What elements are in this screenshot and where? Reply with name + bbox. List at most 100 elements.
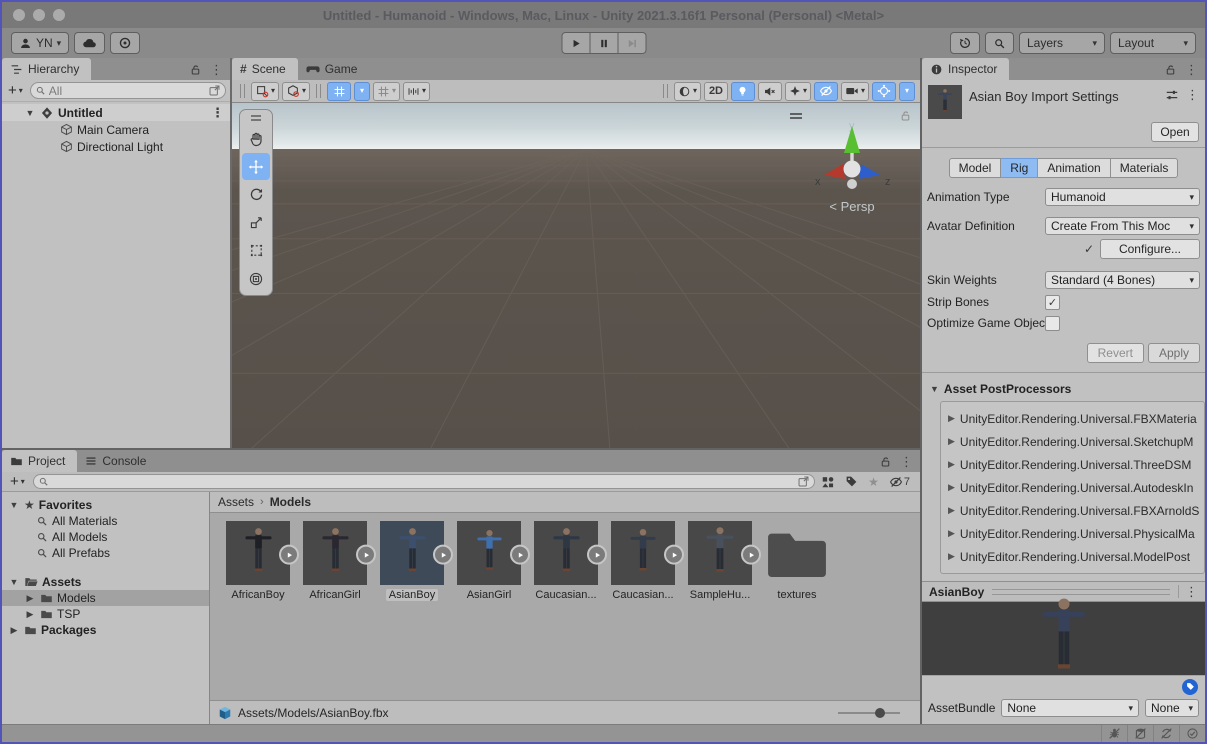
pause-button[interactable] bbox=[590, 32, 618, 54]
layout-dropdown[interactable]: Layout ▾ bbox=[1110, 32, 1196, 54]
folder-tsp[interactable]: ▶ TSP bbox=[2, 606, 209, 622]
favorite-all-models[interactable]: All Models bbox=[2, 529, 209, 545]
auto-refresh-status-button[interactable] bbox=[1153, 725, 1179, 742]
asset-item[interactable]: Caucasian... bbox=[611, 521, 684, 601]
filter-by-label-icon[interactable] bbox=[845, 475, 858, 488]
postprocessor-item[interactable]: ▶ UnityEditor.Rendering.Universal.FBXArno… bbox=[948, 499, 1204, 522]
asset-bundle-dropdown[interactable]: None ▾ bbox=[1001, 699, 1139, 717]
tab-scene[interactable]: # Scene bbox=[232, 58, 298, 80]
asset-item[interactable]: AfricanGirl bbox=[303, 521, 376, 601]
expand-model-badge[interactable] bbox=[279, 544, 299, 565]
postprocessor-item[interactable]: ▶ UnityEditor.Rendering.Universal.Sketchu… bbox=[948, 430, 1204, 453]
project-search-field[interactable] bbox=[32, 474, 816, 489]
view-hand-tool[interactable] bbox=[242, 125, 270, 152]
tab-rig[interactable]: Rig bbox=[1001, 158, 1039, 178]
assets-root[interactable]: ▼ Assets bbox=[2, 574, 209, 590]
minimize-window-button[interactable] bbox=[33, 9, 45, 21]
tool-handle-rotation-button[interactable]: ▾ bbox=[282, 81, 311, 101]
debugger-status-button[interactable] bbox=[1101, 725, 1127, 742]
expand-model-badge[interactable] bbox=[433, 544, 453, 565]
activity-status-button[interactable] bbox=[1179, 725, 1205, 742]
grid-options-dropdown[interactable]: ▾ bbox=[354, 81, 371, 101]
project-search-input[interactable] bbox=[51, 474, 795, 489]
presets-icon[interactable] bbox=[1165, 88, 1179, 102]
asset-labels-button[interactable] bbox=[1182, 678, 1198, 695]
postprocessor-item[interactable]: ▶ UnityEditor.Rendering.Universal.FBXMate… bbox=[948, 407, 1204, 430]
scene-visibility-toggle[interactable] bbox=[813, 81, 838, 101]
asset-item-selected[interactable]: AsianBoy bbox=[380, 521, 453, 601]
orientation-gizmo[interactable]: y x z bbox=[806, 113, 898, 205]
panel-menu-icon[interactable]: ⋮ bbox=[900, 455, 913, 468]
asset-item[interactable]: AsianGirl bbox=[457, 521, 530, 601]
hierarchy-search-field[interactable] bbox=[29, 82, 226, 99]
animation-type-dropdown[interactable]: Humanoid ▾ bbox=[1045, 188, 1200, 206]
model-preview-viewport[interactable] bbox=[922, 602, 1205, 675]
skin-weights-dropdown[interactable]: Standard (4 Bones) ▾ bbox=[1045, 271, 1200, 289]
step-button[interactable] bbox=[618, 32, 646, 54]
tab-model[interactable]: Model bbox=[948, 158, 1002, 178]
asset-bundle-variant-dropdown[interactable]: None ▾ bbox=[1145, 699, 1199, 717]
postprocessor-item[interactable]: ▶ UnityEditor.Rendering.Universal.ModelPo… bbox=[948, 545, 1204, 568]
hidden-packages-toggle[interactable]: 7 bbox=[889, 475, 910, 489]
folder-models[interactable]: ▶ Models bbox=[2, 590, 209, 606]
overlay-drag-handle[interactable] bbox=[248, 111, 264, 124]
apply-button[interactable]: Apply bbox=[1147, 343, 1200, 363]
expand-model-badge[interactable] bbox=[510, 544, 530, 565]
scene-viewport[interactable]: y x z < Persp bbox=[232, 103, 920, 448]
cloud-services-button[interactable] bbox=[74, 32, 106, 54]
panel-menu-icon[interactable]: ⋮ bbox=[1185, 63, 1198, 76]
tab-game[interactable]: Game bbox=[298, 58, 370, 80]
account-dropdown[interactable]: YN ▾ bbox=[11, 32, 70, 54]
tab-hierarchy[interactable]: Hierarchy bbox=[2, 58, 92, 80]
grid-snapping-toggle[interactable]: ▾ bbox=[373, 81, 401, 101]
open-search-window-icon[interactable] bbox=[797, 475, 810, 488]
scene-row[interactable]: ▼ Untitled ⋮ bbox=[2, 104, 230, 121]
configure-button[interactable]: Configure... bbox=[1100, 239, 1200, 259]
tab-animation[interactable]: Animation bbox=[1038, 158, 1111, 178]
optimize-game-objects-checkbox[interactable] bbox=[1045, 315, 1060, 331]
foldout-open-icon[interactable]: ▼ bbox=[8, 500, 20, 510]
expand-model-badge[interactable] bbox=[356, 544, 376, 565]
gizmos-dropdown[interactable]: ▾ bbox=[899, 81, 915, 101]
packages-root[interactable]: ▶ Packages bbox=[2, 622, 209, 638]
foldout-closed-icon[interactable]: ▶ bbox=[24, 609, 36, 620]
expand-model-badge[interactable] bbox=[664, 544, 684, 565]
expand-model-badge[interactable] bbox=[741, 544, 761, 565]
lock-icon[interactable] bbox=[899, 109, 912, 122]
favorites-root[interactable]: ▼ ★ Favorites bbox=[2, 497, 209, 513]
create-asset-button[interactable]: + ▾ bbox=[8, 473, 27, 490]
foldout-open-icon[interactable]: ▼ bbox=[24, 108, 36, 118]
scene-menu-icon[interactable]: ⋮ bbox=[211, 106, 230, 119]
header-menu-icon[interactable]: ⋮ bbox=[1186, 88, 1199, 101]
thumbnail-size-slider[interactable] bbox=[838, 707, 900, 719]
breadcrumb-current[interactable]: Models bbox=[270, 495, 311, 509]
create-object-button[interactable]: + ▾ bbox=[6, 82, 25, 99]
open-search-window-icon[interactable] bbox=[208, 84, 221, 97]
favorite-all-materials[interactable]: All Materials bbox=[2, 513, 209, 529]
rotate-tool[interactable] bbox=[242, 181, 270, 208]
preview-menu-icon[interactable]: ⋮ bbox=[1185, 585, 1198, 598]
play-button[interactable] bbox=[561, 32, 590, 54]
postprocessor-item[interactable]: ▶ UnityEditor.Rendering.Universal.Physica… bbox=[948, 522, 1204, 545]
favorites-star-icon[interactable]: ★ bbox=[868, 475, 879, 489]
hierarchy-item-main-camera[interactable]: Main Camera bbox=[2, 121, 230, 138]
lock-icon[interactable] bbox=[879, 455, 892, 468]
favorite-all-prefabs[interactable]: All Prefabs bbox=[2, 545, 209, 561]
postprocessor-item[interactable]: ▶ UnityEditor.Rendering.Universal.ThreeDS… bbox=[948, 453, 1204, 476]
tab-inspector[interactable]: Inspector bbox=[922, 58, 1010, 80]
transform-tool[interactable] bbox=[242, 265, 270, 292]
grid-visibility-toggle[interactable] bbox=[327, 81, 352, 101]
scene-lighting-toggle[interactable] bbox=[730, 81, 755, 101]
gizmos-toggle[interactable] bbox=[872, 81, 896, 101]
lock-icon[interactable] bbox=[189, 63, 202, 76]
increment-snap-dropdown[interactable]: ▾ bbox=[403, 81, 431, 101]
slider-knob[interactable] bbox=[875, 707, 886, 718]
lock-icon[interactable] bbox=[1164, 63, 1177, 76]
filter-by-type-icon[interactable] bbox=[821, 475, 835, 489]
asset-item[interactable]: AfricanBoy bbox=[226, 521, 299, 601]
tool-handle-position-button[interactable]: ▾ bbox=[251, 81, 280, 101]
zoom-window-button[interactable] bbox=[53, 9, 65, 21]
camera-settings-dropdown[interactable]: ▾ bbox=[840, 81, 869, 101]
move-tool[interactable] bbox=[242, 153, 270, 180]
postprocessor-item[interactable]: ▶ UnityEditor.Rendering.Universal.Autodes… bbox=[948, 476, 1204, 499]
